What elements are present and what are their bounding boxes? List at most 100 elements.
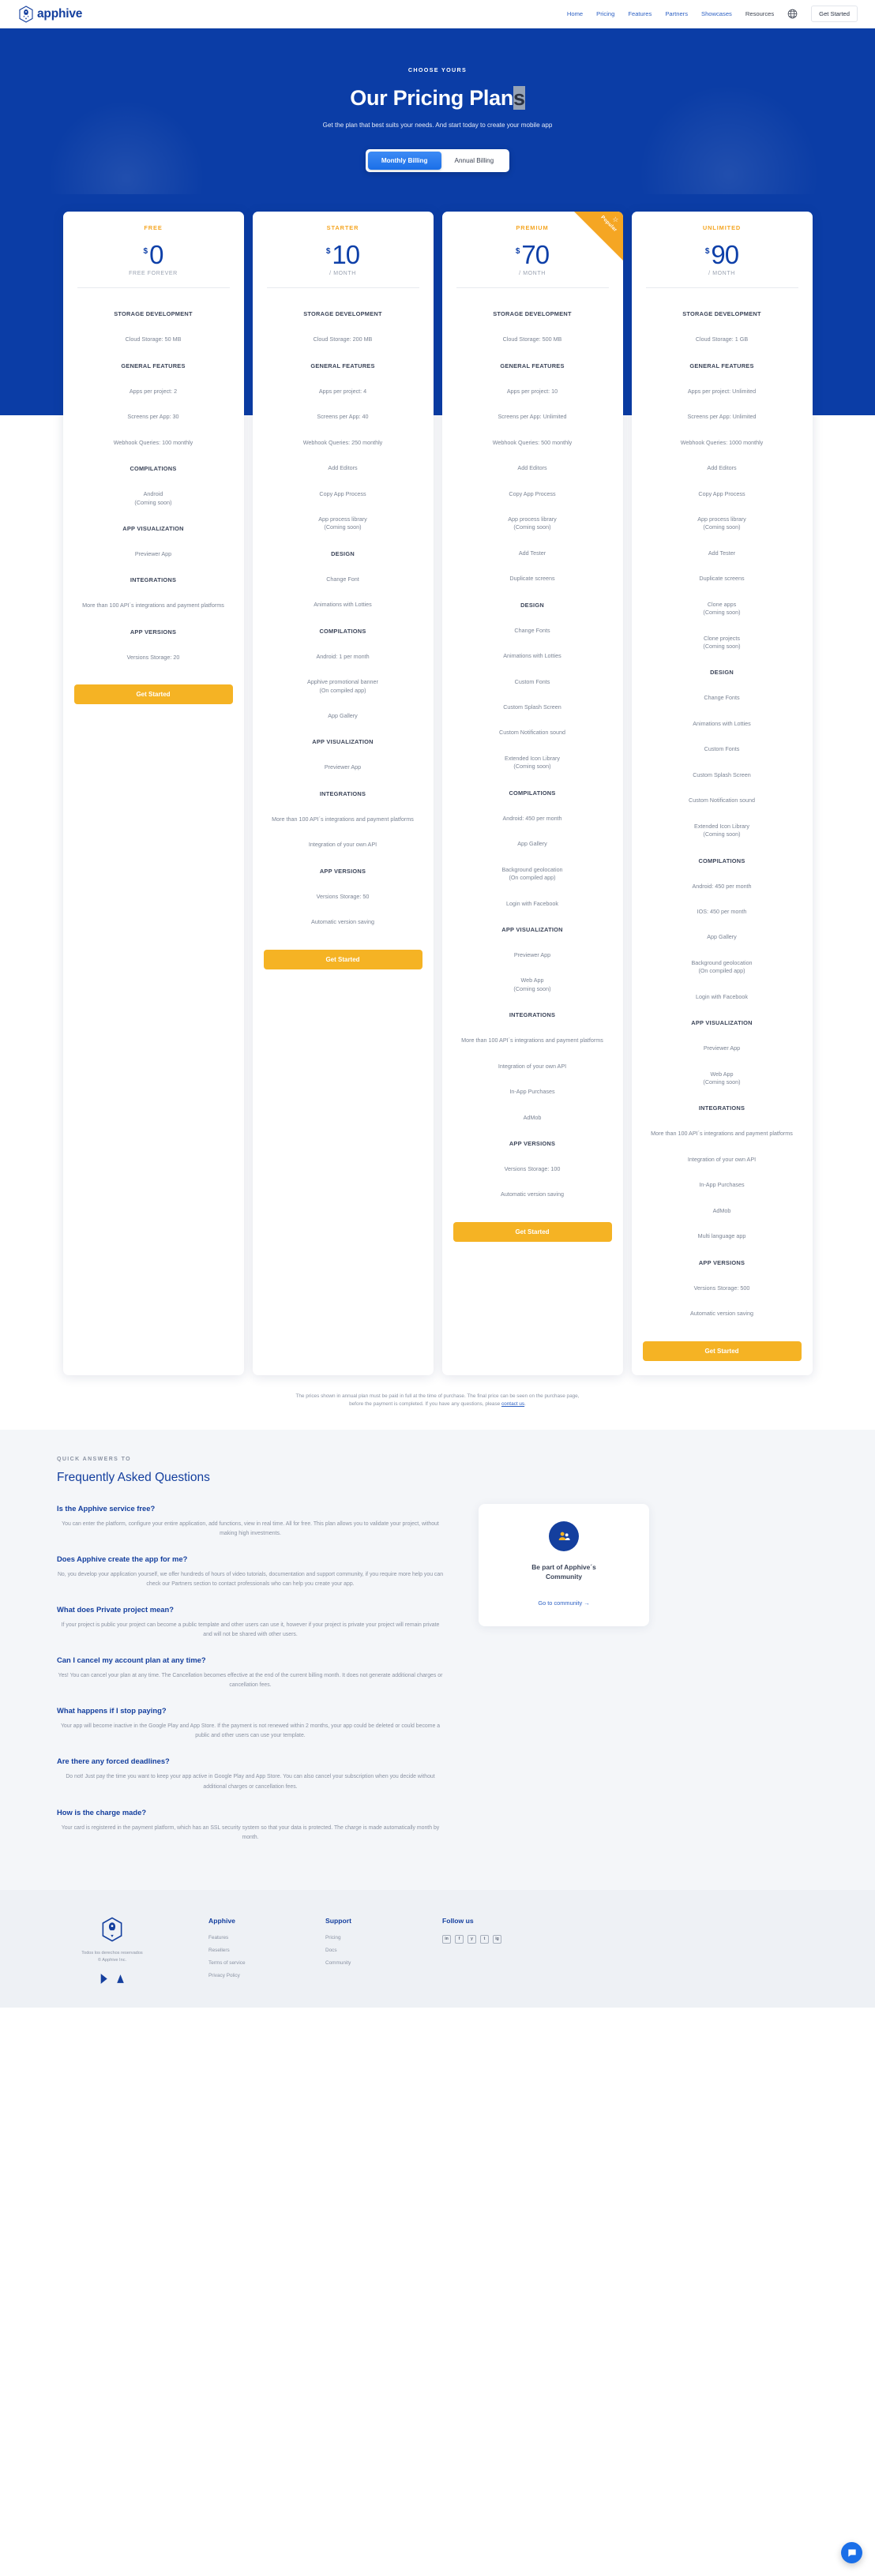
feature-item: More than 100 API´s integrations and pay… [272,815,414,823]
feature-group-heading: DESIGN [520,601,544,609]
feature-item: Previewer App [513,951,551,958]
plan-get-started-button[interactable]: Get Started [73,684,233,705]
feature-item: Custom Notification sound [689,797,755,804]
faq-question-1[interactable]: Is the Apphive service free? [57,1504,444,1513]
faq-answer-7: Your card is registered in the payment p… [61,1824,440,1840]
faq-question-5[interactable]: What happens if I stop paying? [57,1706,444,1715]
footer-link-community[interactable]: Community [325,1960,401,1966]
feature-item: Web App (Coming soon) [703,1070,741,1086]
nav-link-showcases[interactable]: Showcases [701,10,732,17]
social-icon-y[interactable]: y [468,1934,476,1944]
footer-column-apphive: Apphive Features Resellers Terms of serv… [208,1917,284,1985]
feature-item: App Gallery [517,840,547,848]
footer-column-follow: Follow us in f y t ig [442,1917,518,1985]
store-badges [57,1973,167,1985]
social-icon-ig[interactable]: ig [493,1934,501,1944]
plan-get-started-button[interactable]: Get Started [642,1340,802,1361]
faq-question-2[interactable]: Does Apphive create the app for me? [57,1554,444,1563]
brand-logo[interactable]: apphive [17,5,82,23]
star-icon: ☆ [612,216,619,223]
feature-item: Background geolocation (On compiled app) [691,958,753,975]
app-store-icon[interactable] [115,1973,126,1985]
feature-item: Cloud Storage: 500 MB [502,336,562,343]
feature-item: Custom Splash Screen [503,703,561,711]
plan-get-started-button[interactable]: Get Started [263,949,422,969]
disclaimer-tail: . [524,1401,526,1408]
feature-group-heading: INTEGRATIONS [130,576,177,584]
footer-link-features[interactable]: Features [208,1935,284,1940]
apphive-rocket-icon-footer [102,1917,122,1942]
nav-link-partners[interactable]: Partners [665,10,688,17]
chat-bubble-icon[interactable] [841,2542,862,2563]
feature-item: Integration of your own API [687,1155,757,1163]
feature-item: App process library (Coming soon) [697,515,746,531]
social-icon-in[interactable]: in [442,1934,451,1944]
faq-question-3[interactable]: What does Private project mean? [57,1605,444,1614]
globe-icon[interactable] [787,9,798,19]
billing-toggle: Monthly Billing Annual Billing [365,149,510,172]
faq-answer-4: Yes! You can cancel your plan at any tim… [58,1673,443,1689]
feature-item: Android: 450 per month [692,882,752,890]
feature-item: Custom Notification sound [499,729,565,737]
feature-item: In-App Purchases [509,1088,555,1096]
feature-item: Screens per App: Unlimited [687,413,757,421]
price-currency: $ [515,247,520,256]
nav-link-features[interactable]: Features [628,10,652,17]
feature-item: Automatic version saving [690,1310,753,1318]
feature-item: Versions Storage: 500 [693,1284,750,1292]
feature-group-heading: INTEGRATIONS [509,1011,556,1019]
billing-toggle-monthly[interactable]: Monthly Billing [367,152,441,170]
faq-question-6[interactable]: Are there any forced deadlines? [57,1757,444,1765]
plan-name: STARTER [326,224,359,231]
price-currency: $ [704,247,710,256]
pricing-card-starter: STARTER $10 / MONTH STORAGE DEVELOPMENT Clou… [252,212,434,1375]
popular-ribbon: ☆ Popular [565,212,623,270]
feature-item: App Gallery [328,712,358,720]
faq-question-7[interactable]: How is the charge made? [57,1808,444,1817]
feature-group-heading: STORAGE DEVELOPMENT [303,310,382,318]
feature-item: Previewer App [703,1044,741,1052]
feature-item: App Gallery [707,933,737,941]
feature-item: Webhook Queries: 1000 monthly [680,438,764,446]
page-title-main: Our Pricing Plan [350,86,514,110]
footer-link-resellers[interactable]: Resellers [208,1948,284,1953]
footer-link-pricing[interactable]: Pricing [325,1935,401,1940]
community-card[interactable]: Be part of Apphive´s Community Go to comm… [479,1503,649,1626]
feature-item: Versions Storage: 50 [316,892,370,900]
nav-links: Home Pricing Features Partners Showcases… [567,6,858,22]
social-icon-t[interactable]: t [480,1934,489,1944]
feature-group-heading: APP VERSIONS [698,1258,745,1266]
feature-item: IOS: 450 per month [697,907,747,915]
social-icon-f[interactable]: f [455,1934,464,1944]
footer-link-terms[interactable]: Terms of service [208,1960,284,1966]
footer-rights: Todos los derechos reservados © Apphive I… [81,1950,143,1963]
contact-us-link[interactable]: contact us [501,1401,524,1407]
footer-link-docs[interactable]: Docs [325,1948,401,1953]
nav-link-resources[interactable]: Resources [745,10,774,17]
feature-item: Custom Fonts [514,677,550,685]
google-play-icon[interactable] [100,1973,110,1985]
billing-toggle-annual[interactable]: Annual Billing [441,152,508,170]
feature-item: Custom Splash Screen [693,771,751,778]
feature-item: Android (Coming soon) [134,490,172,506]
faq-answer-5: Your app will become inactive in the Goo… [60,1723,441,1739]
feature-item: Add Tester [518,549,546,557]
feature-item: Web App (Coming soon) [513,977,551,992]
footer-link-privacy[interactable]: Privacy Policy [208,1973,284,1978]
plan-get-started-button[interactable]: Get Started [453,1221,612,1242]
feature-group-heading: APP VISUALIZATION [312,738,374,746]
feature-item: Versions Storage: 20 [126,653,180,661]
plan-period: / MONTH [519,271,546,277]
plan-price: $90 [643,242,802,268]
go-to-community-link[interactable]: Go to community → [538,1599,589,1607]
footer-column-support: Support Pricing Docs Community [325,1917,401,1985]
feature-item: Cloud Storage: 1 GB [695,336,749,343]
nav-link-pricing[interactable]: Pricing [596,10,614,17]
nav-link-home[interactable]: Home [567,10,583,17]
nav-get-started-button[interactable]: Get Started [811,6,858,22]
feature-item: Change Fonts [704,694,740,702]
faq-question-4[interactable]: Can I cancel my account plan at any time… [57,1655,444,1664]
feature-item: Copy App Process [698,489,745,497]
feature-group-heading: COMPILATIONS [319,627,366,635]
feature-group-heading: GENERAL FEATURES [500,362,565,369]
